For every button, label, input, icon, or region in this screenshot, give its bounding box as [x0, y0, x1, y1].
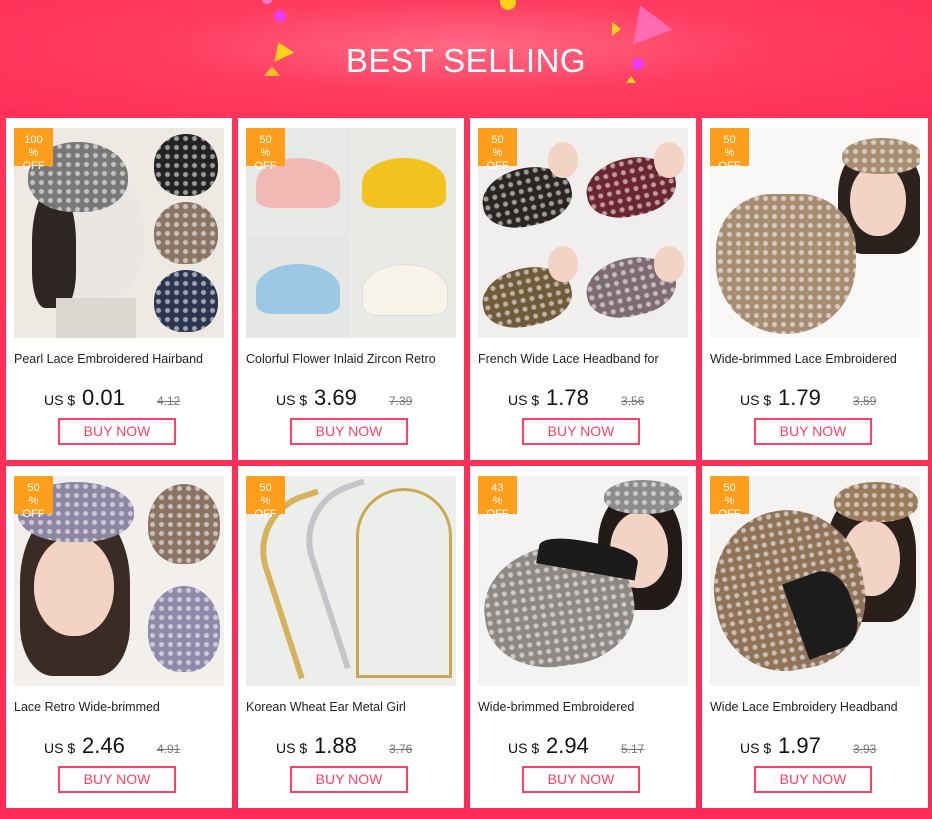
- original-price: 3.76: [389, 742, 413, 756]
- headband-navy-icon: [154, 270, 218, 332]
- discount-badge: 100 % OFF: [14, 128, 53, 172]
- product-image[interactable]: 100 % OFF: [14, 128, 224, 338]
- product-card[interactable]: 50 % OFF Lace Retro Wide-brimmed US $ 2.…: [6, 466, 232, 808]
- price-row: US $ 2.94 5.17: [470, 733, 696, 759]
- discount-badge: 50 % OFF: [14, 476, 53, 520]
- discount-badge: 50 % OFF: [478, 128, 517, 172]
- original-price: 7.39: [389, 394, 413, 408]
- model-face-icon: [548, 142, 578, 178]
- price-row: US $ 2.46 4.91: [6, 733, 232, 759]
- currency-label: US $: [276, 392, 308, 408]
- product-card[interactable]: 50 % OFF Wide Lace Embroidery Headband U…: [702, 466, 928, 808]
- headband-on-model-icon: [604, 480, 682, 514]
- product-card[interactable]: 50 % OFF Korean Wheat Ear Metal Girl US …: [238, 466, 464, 808]
- flower-headband-blue-icon: [256, 264, 340, 314]
- page-title: BEST SELLING: [345, 42, 587, 79]
- model-face-icon: [654, 142, 684, 178]
- currency-label: US $: [508, 740, 540, 756]
- flower-headband-white-icon: [362, 264, 448, 316]
- price-row: US $ 1.88 3.76: [238, 733, 464, 759]
- product-image[interactable]: 43 % OFF: [478, 476, 688, 686]
- buy-now-button[interactable]: BUY NOW: [58, 766, 176, 793]
- confetti-triangle-icon: [621, 0, 673, 45]
- product-card[interactable]: 100 % OFF Pearl Lace Embroidered Hairban…: [6, 118, 232, 460]
- confetti-dot-icon: [500, 0, 516, 10]
- headband-on-model-icon: [842, 138, 920, 174]
- product-grid: 100 % OFF Pearl Lace Embroidered Hairban…: [6, 118, 928, 808]
- sale-price: 1.97: [778, 733, 821, 758]
- buy-now-button[interactable]: BUY NOW: [290, 766, 408, 793]
- original-price: 4.12: [157, 394, 181, 408]
- discount-badge: 50 % OFF: [710, 128, 749, 172]
- price-row: US $ 1.78 3.56: [470, 385, 696, 411]
- sale-price: 1.79: [778, 385, 821, 410]
- flower-headband-yellow-icon: [362, 158, 446, 208]
- headband-lavender-icon: [148, 586, 220, 672]
- original-price: 3.59: [853, 394, 877, 408]
- buy-now-button[interactable]: BUY NOW: [58, 418, 176, 445]
- original-price: 5.17: [621, 742, 645, 756]
- currency-label: US $: [44, 392, 76, 408]
- product-name[interactable]: Pearl Lace Embroidered Hairband: [14, 352, 226, 366]
- product-image[interactable]: 50 % OFF: [710, 476, 920, 686]
- price-row: US $ 1.79 3.59: [702, 385, 928, 411]
- currency-label: US $: [276, 740, 308, 756]
- model-face-icon: [654, 246, 684, 282]
- price-row: US $ 0.01 4.12: [6, 385, 232, 411]
- product-name[interactable]: Korean Wheat Ear Metal Girl: [246, 700, 458, 714]
- product-image[interactable]: 50 % OFF: [710, 128, 920, 338]
- product-image[interactable]: 50 % OFF: [478, 128, 688, 338]
- sale-price: 2.94: [546, 733, 589, 758]
- mannequin-base-icon: [56, 298, 136, 338]
- model-face-icon: [850, 164, 906, 236]
- product-image[interactable]: 50 % OFF: [14, 476, 224, 686]
- original-price: 3.93: [853, 742, 877, 756]
- headband-black-icon: [154, 134, 218, 196]
- currency-label: US $: [508, 392, 540, 408]
- product-card[interactable]: 50 % OFF Colorful Flower Inlaid Zircon R…: [238, 118, 464, 460]
- confetti-dot-icon: [274, 10, 286, 22]
- sale-price: 2.46: [82, 733, 125, 758]
- original-price: 3.56: [621, 394, 645, 408]
- product-image[interactable]: 50 % OFF: [246, 476, 456, 686]
- sale-price: 3.69: [314, 385, 357, 410]
- currency-label: US $: [740, 740, 772, 756]
- buy-now-button[interactable]: BUY NOW: [522, 766, 640, 793]
- currency-label: US $: [740, 392, 772, 408]
- sale-price: 0.01: [82, 385, 125, 410]
- headband-tan-icon: [154, 202, 218, 264]
- headband-tan-icon: [148, 484, 220, 564]
- best-selling-banner: BEST SELLING: [0, 0, 932, 116]
- product-card[interactable]: 43 % OFF Wide-brimmed Embroidered US $ 2…: [470, 466, 696, 808]
- sale-price: 1.88: [314, 733, 357, 758]
- buy-now-button[interactable]: BUY NOW: [754, 766, 872, 793]
- confetti-dot-icon: [262, 0, 272, 4]
- buy-now-button[interactable]: BUY NOW: [290, 418, 408, 445]
- model-face-icon: [34, 536, 114, 636]
- price-row: US $ 3.69 7.39: [238, 385, 464, 411]
- product-name[interactable]: Wide Lace Embroidery Headband: [710, 700, 922, 714]
- product-name[interactable]: Wide-brimmed Lace Embroidered: [710, 352, 922, 366]
- product-card[interactable]: 50 % OFF Wide-brimmed Lace Embroidered U…: [702, 118, 928, 460]
- headband-tan-icon: [716, 194, 856, 334]
- discount-badge: 43 % OFF: [478, 476, 517, 520]
- price-row: US $ 1.97 3.93: [702, 733, 928, 759]
- product-name[interactable]: Lace Retro Wide-brimmed: [14, 700, 226, 714]
- currency-label: US $: [44, 740, 76, 756]
- discount-badge: 50 % OFF: [710, 476, 749, 520]
- product-name[interactable]: Wide-brimmed Embroidered: [478, 700, 690, 714]
- product-name[interactable]: French Wide Lace Headband for: [478, 352, 690, 366]
- discount-badge: 50 % OFF: [246, 476, 285, 520]
- product-card[interactable]: 50 % OFF French Wide Lace Headband for U…: [470, 118, 696, 460]
- product-image[interactable]: 50 % OFF: [246, 128, 456, 338]
- headband-on-model-icon: [834, 482, 918, 522]
- original-price: 4.91: [157, 742, 181, 756]
- confetti-triangle-icon: [612, 22, 621, 36]
- model-face-icon: [548, 246, 578, 282]
- sale-price: 1.78: [546, 385, 589, 410]
- buy-now-button[interactable]: BUY NOW: [522, 418, 640, 445]
- buy-now-button[interactable]: BUY NOW: [754, 418, 872, 445]
- product-name[interactable]: Colorful Flower Inlaid Zircon Retro: [246, 352, 458, 366]
- discount-badge: 50 % OFF: [246, 128, 285, 172]
